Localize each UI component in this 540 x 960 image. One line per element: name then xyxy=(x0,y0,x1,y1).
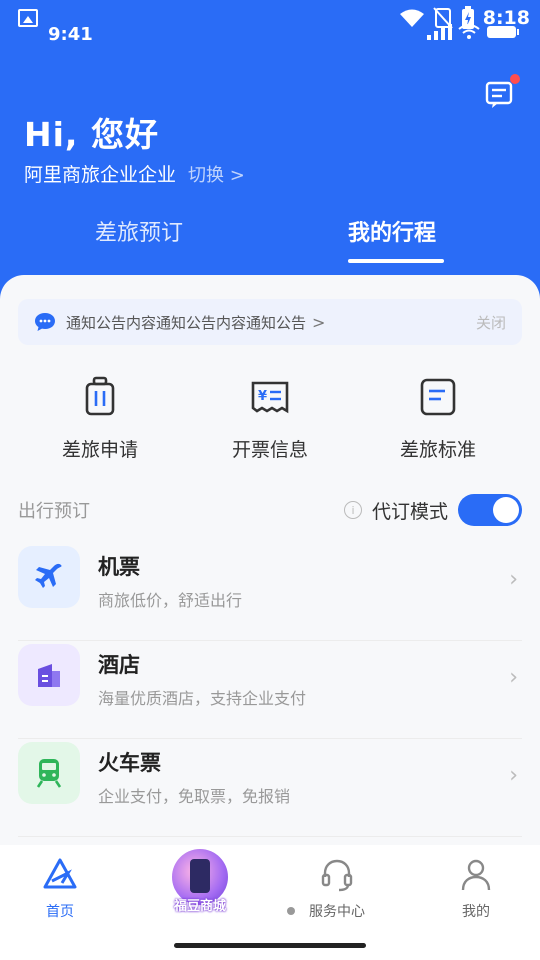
row-subtitle: 企业支付，免取票，免报销 xyxy=(98,787,291,806)
row-title: 酒店 xyxy=(98,653,140,677)
plane-icon xyxy=(18,546,80,608)
quick-invoice-info[interactable]: ¥ 开票信息 xyxy=(200,375,340,462)
row-title: 机票 xyxy=(98,555,140,579)
home-indicator xyxy=(174,943,366,948)
signal-icon xyxy=(427,24,452,40)
list-item-train[interactable]: 火车票 企业支付，免取票，免报销 › xyxy=(18,739,522,837)
status-bar: 9:41 8:18 xyxy=(0,0,540,45)
bottom-tab-bar: 首页 福豆商城 服务中心 我的 xyxy=(0,845,540,960)
suitcase-icon xyxy=(85,376,115,416)
section-title: 出行预订 xyxy=(18,501,90,522)
tab-active-indicator xyxy=(348,259,444,263)
wifi-small-icon xyxy=(458,24,480,39)
gallery-icon xyxy=(18,9,38,27)
top-tabs: 差旅预订 我的行程 xyxy=(0,215,540,265)
battery-full-icon xyxy=(487,26,519,38)
svg-text:¥: ¥ xyxy=(258,389,267,404)
hotel-icon xyxy=(18,644,80,706)
page-dot xyxy=(287,907,295,915)
quick-label: 差旅标准 xyxy=(399,439,476,461)
quick-travel-application[interactable]: 差旅申请 xyxy=(30,375,170,462)
info-icon[interactable]: i xyxy=(343,501,362,519)
notice-close-button[interactable]: 关闭 xyxy=(476,312,506,333)
quick-travel-policy[interactable]: 差旅标准 xyxy=(368,375,508,462)
tab-label: 福豆商城 xyxy=(173,899,226,914)
tab-service-center[interactable]: 服务中心 xyxy=(287,857,387,921)
service-list: 机票 商旅低价，舒适出行 › 酒店 海量优质酒店，支持企业支付 › 火车票 企业… xyxy=(0,543,540,837)
tab-label: 服务中心 xyxy=(309,904,365,920)
chat-bubble-icon xyxy=(35,313,55,331)
notice-chevron: > xyxy=(312,312,326,332)
wifi-icon xyxy=(399,9,424,27)
booking-section-header: 出行预订 i 代订模式 xyxy=(18,493,522,527)
proxy-mode-label: 代订模式 xyxy=(371,500,448,523)
row-subtitle: 商旅低价，舒适出行 xyxy=(98,591,243,610)
main-sheet: 通知公告内容通知公告内容通知公告 > 关闭 差旅申请 ¥ 开票信息 差旅标准 出… xyxy=(0,275,540,845)
greeting-title: Hi, 您好 xyxy=(24,115,159,154)
notice-bar[interactable]: 通知公告内容通知公告内容通知公告 > 关闭 xyxy=(18,299,522,345)
tab-home[interactable]: 首页 xyxy=(10,857,110,921)
switch-company-link[interactable]: 切换 > xyxy=(188,161,245,187)
home-logo-icon xyxy=(43,858,77,889)
notice-text: 通知公告内容通知公告内容通知公告 xyxy=(66,313,307,332)
tab-mall[interactable]: 福豆商城 xyxy=(150,849,250,914)
invoice-icon: ¥ xyxy=(251,381,289,414)
status-sub xyxy=(426,24,520,40)
policy-icon xyxy=(420,378,456,416)
chevron-right-icon: › xyxy=(509,567,518,592)
row-title: 火车票 xyxy=(98,751,161,775)
tab-label: 首页 xyxy=(46,904,74,920)
list-item-hotel[interactable]: 酒店 海量优质酒店，支持企业支付 › xyxy=(18,641,522,739)
user-icon xyxy=(461,859,491,891)
message-badge xyxy=(510,74,520,84)
proxy-mode-toggle[interactable] xyxy=(458,494,522,526)
proxy-mode: i 代订模式 xyxy=(343,494,522,526)
chevron-right-icon: › xyxy=(509,763,518,788)
list-item-flight[interactable]: 机票 商旅低价，舒适出行 › xyxy=(18,543,522,641)
tab-travel-booking[interactable]: 差旅预订 xyxy=(95,215,183,247)
tab-mine[interactable]: 我的 xyxy=(426,857,526,921)
chevron-right-icon: › xyxy=(509,665,518,690)
company-name: 阿里商旅企业企业 xyxy=(24,164,177,186)
tab-my-trips[interactable]: 我的行程 xyxy=(348,215,436,247)
train-icon xyxy=(18,742,80,804)
headset-icon xyxy=(321,859,353,892)
company-switcher[interactable]: 阿里商旅企业企业 切换 > xyxy=(24,160,245,187)
status-time-left: 9:41 xyxy=(48,24,93,45)
tab-label: 我的 xyxy=(462,904,490,920)
quick-label: 差旅申请 xyxy=(61,439,138,461)
quick-label: 开票信息 xyxy=(231,439,308,461)
quick-actions: 差旅申请 ¥ 开票信息 差旅标准 xyxy=(0,375,540,465)
row-subtitle: 海量优质酒店，支持企业支付 xyxy=(98,689,307,708)
